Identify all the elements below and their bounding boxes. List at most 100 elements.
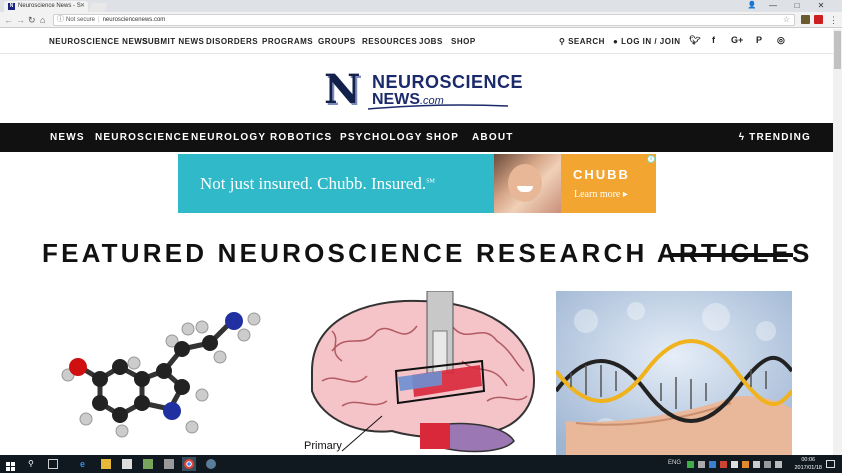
store-icon[interactable] (122, 459, 132, 469)
os-taskbar: ⚲ e ENG 00:06 2017/01/18 (0, 455, 842, 473)
network-icon[interactable] (764, 461, 771, 468)
serotonin-molecule-image (42, 291, 278, 455)
login-label: LOG IN / JOIN (621, 37, 681, 46)
ad-headline: Not just insured. Chubb. Insured.SM (200, 174, 435, 193)
page-scrollbar[interactable] (833, 29, 842, 455)
tray-icon[interactable] (709, 461, 716, 468)
url-text: neurosciencenews.com (102, 17, 166, 23)
notifications-icon[interactable] (826, 460, 835, 468)
tab-close-icon[interactable]: ✕ (80, 1, 85, 12)
logo-line-1: NEUROSCIENCE (372, 72, 524, 92)
calculator-icon[interactable] (164, 459, 174, 469)
trending-button[interactable]: ϟ TRENDING (739, 132, 811, 143)
nav-link-neuroscience[interactable]: NEUROSCIENCE (95, 132, 190, 143)
trending-label: TRENDING (749, 132, 811, 143)
tray-icon[interactable] (731, 461, 738, 468)
ad-brand-panel: CHUBB Learn more ▸ (561, 154, 656, 213)
browser-tab[interactable]: N Neuroscience News - S ✕ (4, 1, 88, 12)
dna-hand-image (556, 291, 792, 455)
tray-icon[interactable] (742, 461, 749, 468)
tray-icon[interactable] (687, 461, 694, 468)
brain-diagram-image: Primary (302, 291, 538, 455)
user-icon: ● (613, 37, 619, 46)
login-button[interactable]: ● LOG IN / JOIN (613, 37, 680, 46)
task-view-icon[interactable] (48, 459, 58, 469)
tray-icon[interactable] (720, 461, 727, 468)
site-logo[interactable]: N NEUROSCIENCE NEWS.com (322, 69, 523, 111)
pinterest-icon[interactable]: P (756, 35, 762, 45)
nav-link-shop[interactable]: SHOP (426, 132, 459, 143)
topnav-link-neuroscience-news[interactable]: NEUROSCIENCE NEWS (49, 37, 148, 46)
search-button[interactable]: ⚲ SEARCH (559, 37, 605, 46)
advertisement-banner[interactable]: Not just insured. Chubb. Insured.SM CHUB… (178, 154, 656, 213)
top-navigation: NEUROSCIENCE NEWS SUBMIT NEWS DISORDERS … (0, 29, 833, 54)
clock-date: 2017/01/18 (794, 465, 822, 471)
back-icon[interactable]: ← (4, 14, 13, 26)
instagram-icon[interactable]: ◎ (777, 35, 785, 46)
site-info-icon[interactable]: ⓘ (57, 15, 64, 25)
tray-icon[interactable] (753, 461, 760, 468)
system-clock[interactable]: 00:06 2017/01/18 (794, 456, 822, 472)
ad-learn-more-link[interactable]: Learn more ▸ (574, 189, 628, 200)
brain-diagram-label: Primary (304, 440, 342, 452)
extension-icon[interactable] (801, 15, 810, 24)
maximize-button[interactable]: □ (788, 0, 806, 12)
article-card-serotonin[interactable] (42, 291, 278, 455)
nav-link-neurology[interactable]: NEUROLOGY (191, 132, 266, 143)
app-icon[interactable] (143, 459, 153, 469)
url-input[interactable]: ⓘ Not secure | neurosciencenews.com ☆ (53, 14, 795, 26)
topnav-link-disorders[interactable]: DISORDERS (206, 37, 258, 46)
volume-icon[interactable] (775, 461, 782, 468)
nav-link-psychology[interactable]: PSYCHOLOGY (340, 132, 423, 143)
browser-menu-icon[interactable]: ⋮ (829, 14, 838, 26)
scrollbar-thumb[interactable] (834, 31, 841, 69)
search-icon: ⚲ (559, 37, 566, 46)
bolt-icon: ϟ (738, 132, 746, 143)
reload-icon[interactable]: ↻ (28, 14, 36, 26)
security-label: Not secure (66, 17, 96, 23)
search-icon[interactable]: ⚲ (28, 459, 38, 469)
bookmark-star-icon[interactable]: ☆ (783, 15, 790, 25)
close-window-button[interactable]: ✕ (812, 0, 830, 12)
screen: N Neuroscience News - S ✕ — □ ✕ 👤 ← → ↻ … (0, 0, 842, 473)
ad-photo (494, 154, 561, 213)
search-label: SEARCH (568, 37, 605, 46)
file-explorer-icon[interactable] (101, 459, 111, 469)
ad-info-icon[interactable]: i (647, 155, 655, 163)
tray-icon[interactable] (698, 461, 705, 468)
nav-link-robotics[interactable]: ROBOTICS (270, 132, 332, 143)
nav-link-news[interactable]: NEWS (50, 132, 85, 143)
twitter-icon[interactable]: 🐦︎ (689, 35, 700, 46)
app-icon[interactable] (206, 459, 216, 469)
edge-icon[interactable]: e (80, 459, 90, 469)
ad-brand: CHUBB (573, 167, 630, 182)
tab-title: Neuroscience News - S (18, 3, 81, 9)
logo-swoosh (368, 104, 508, 110)
nav-link-about[interactable]: ABOUT (472, 132, 514, 143)
address-toolbar: ← → ↻ ⌂ ⓘ Not secure | neurosciencenews.co… (0, 12, 842, 28)
topnav-link-programs[interactable]: PROGRAMS (262, 37, 313, 46)
windows-start-icon[interactable] (6, 459, 16, 471)
facebook-icon[interactable]: f (712, 35, 715, 45)
topnav-link-shop[interactable]: SHOP (451, 37, 476, 46)
clock-time: 00:06 (801, 457, 816, 463)
browser-tab-bar: N Neuroscience News - S ✕ — □ ✕ 👤 (0, 0, 842, 12)
extension-icon[interactable] (814, 15, 823, 24)
article-card-brain[interactable]: Primary (302, 291, 538, 455)
forward-icon[interactable]: → (16, 14, 25, 26)
home-icon[interactable]: ⌂ (40, 14, 45, 26)
topnav-link-groups[interactable]: GROUPS (318, 37, 356, 46)
new-tab-button[interactable] (88, 3, 108, 12)
topnav-link-jobs[interactable]: JOBS (419, 37, 443, 46)
article-card-dna[interactable] (556, 291, 792, 455)
minimize-button[interactable]: — (764, 0, 782, 12)
language-indicator[interactable]: ENG (668, 460, 681, 466)
chrome-active-task[interactable] (182, 457, 196, 471)
topnav-link-submit-news[interactable]: SUBMIT NEWS (142, 37, 204, 46)
site-favicon-icon: N (8, 3, 15, 10)
topnav-link-resources[interactable]: RESOURCES (362, 37, 417, 46)
googleplus-icon[interactable]: G+ (731, 35, 743, 45)
user-profile-icon[interactable]: 👤 (743, 0, 761, 12)
title-rule (671, 253, 793, 257)
main-navigation: NEWS NEUROSCIENCE NEUROLOGY ROBOTICS PSY… (0, 123, 833, 152)
